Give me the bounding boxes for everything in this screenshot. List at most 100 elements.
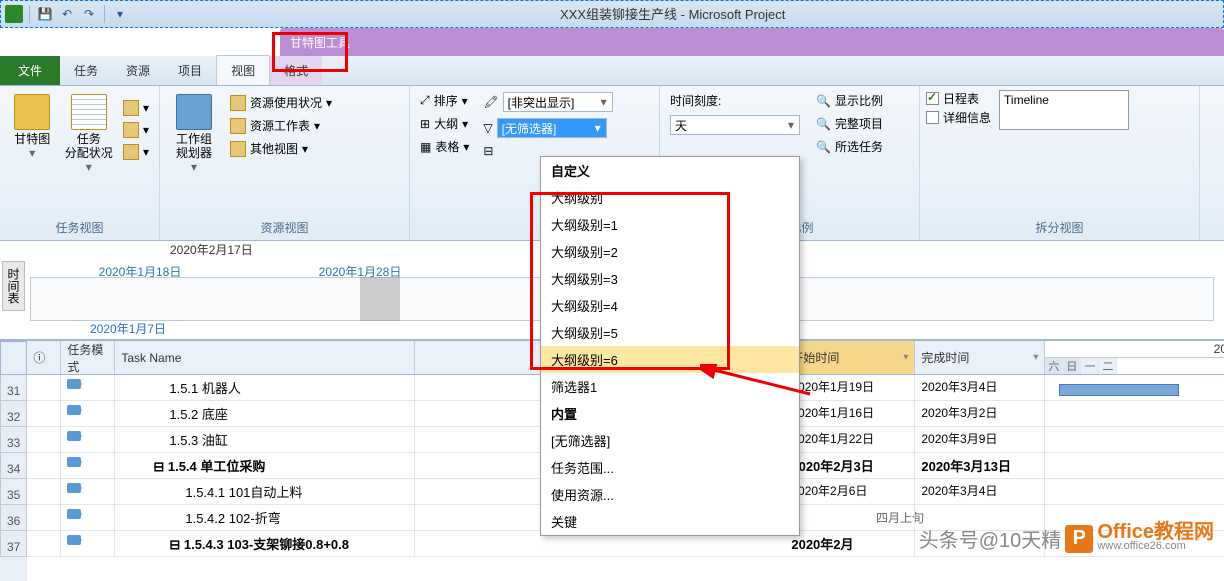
resource-sheet-item[interactable]: 资源工作表 ▾ bbox=[226, 115, 336, 136]
app-icon bbox=[5, 5, 23, 23]
gantt-cell bbox=[1045, 375, 1224, 400]
task-usage-button[interactable]: 任务 分配状况▾ bbox=[62, 90, 114, 178]
team-planner-button[interactable]: 工作组 规划器▾ bbox=[166, 90, 222, 178]
gantt-bar[interactable] bbox=[1059, 384, 1179, 396]
row-number[interactable]: 34 bbox=[0, 453, 27, 479]
start-cell[interactable]: 2020年1月19日 bbox=[785, 375, 915, 400]
sort-item[interactable]: ⤢ 排序 ▾ bbox=[416, 90, 473, 111]
mode-column-header[interactable]: 任务模式 bbox=[61, 341, 115, 374]
task-name-cell[interactable]: 1.5.2 底座 bbox=[115, 401, 415, 426]
row-number[interactable]: 37 bbox=[0, 531, 27, 557]
other-views-item[interactable]: 其他视图 ▾ bbox=[226, 138, 336, 159]
info-cell bbox=[27, 375, 61, 400]
selected-tasks-item[interactable]: 🔍 所选任务 bbox=[812, 136, 887, 157]
dropdown-builtin-header: 内置 bbox=[541, 400, 799, 427]
dropdown-item-outline[interactable]: 大纲级别 bbox=[541, 184, 799, 211]
finish-cell[interactable]: 2020年3月13日 bbox=[915, 453, 1045, 478]
tab-format[interactable]: 格式 bbox=[270, 56, 322, 85]
mode-cell bbox=[61, 505, 115, 530]
info-column-header[interactable]: ⓘ bbox=[27, 341, 61, 374]
dropdown-item-l2[interactable]: 大纲级别=2 bbox=[541, 238, 799, 265]
undo-icon[interactable]: ↶ bbox=[58, 5, 76, 23]
dropdown-item-filter1[interactable]: 筛选器1 bbox=[541, 373, 799, 400]
small-view-1[interactable]: ▾ bbox=[119, 98, 153, 118]
dropdown-item-taskrange[interactable]: 任务范围... bbox=[541, 454, 799, 481]
tab-task[interactable]: 任务 bbox=[60, 56, 112, 85]
dropdown-item-nofilter[interactable]: [无筛选器] bbox=[541, 427, 799, 454]
dropdown-item-l5[interactable]: 大纲级别=5 bbox=[541, 319, 799, 346]
tab-view[interactable]: 视图 bbox=[216, 55, 270, 85]
group-label-taskview: 任务视图 bbox=[6, 217, 153, 238]
highlight-combo[interactable]: 🖍 [非突出显示]▾ bbox=[479, 90, 616, 114]
start-cell[interactable]: 2020年2月6日 bbox=[785, 479, 915, 504]
task-name-cell[interactable]: 1.5.3 油缸 bbox=[115, 427, 415, 452]
task-name-cell[interactable]: 1.5.4.1 101自动上料 bbox=[115, 479, 415, 504]
filter-combo[interactable]: ▽ [无筛选器]▾ bbox=[479, 116, 616, 140]
redo-icon[interactable]: ↷ bbox=[80, 5, 98, 23]
group-label-split: 拆分视图 bbox=[926, 217, 1193, 238]
start-cell[interactable]: 2020年2月 bbox=[785, 531, 915, 556]
gantt-day-header: 六 bbox=[1045, 358, 1063, 374]
timeline-bottom-date: 2020年1月7日 bbox=[90, 320, 166, 337]
tab-file[interactable]: 文件 bbox=[0, 56, 60, 85]
timeline-side-label: 时间表 bbox=[2, 261, 25, 311]
start-cell[interactable] bbox=[785, 505, 915, 530]
ribbon-tabs: 文件 任务 资源 项目 视图 格式 bbox=[0, 56, 1224, 86]
info-cell bbox=[27, 505, 61, 530]
start-cell[interactable]: 2020年2月3日 bbox=[785, 453, 915, 478]
mode-cell bbox=[61, 479, 115, 504]
dropdown-item-critical[interactable]: 关键 bbox=[541, 508, 799, 535]
gantt-chart-button[interactable]: 甘特图▾ bbox=[6, 90, 58, 178]
task-name-cell[interactable]: ⊟ 1.5.4.3 103-支架铆接0.8+0.8 bbox=[115, 531, 415, 556]
finish-column-header[interactable]: 完成时间▾ bbox=[915, 341, 1045, 374]
gantt-day-header: 二 bbox=[1099, 358, 1117, 374]
row-number[interactable]: 33 bbox=[0, 427, 27, 453]
small-view-2[interactable]: ▾ bbox=[119, 120, 153, 140]
timescale-combo[interactable]: 天▾ bbox=[666, 113, 804, 137]
context-tab: 甘特图工具 bbox=[280, 28, 1224, 56]
qat-customize-icon[interactable]: ▾ bbox=[111, 5, 129, 23]
finish-cell[interactable]: 2020年3月4日 bbox=[915, 375, 1045, 400]
tables-item[interactable]: ▦ 表格 ▾ bbox=[416, 136, 473, 157]
mode-cell bbox=[61, 531, 115, 556]
name-column-header[interactable]: Task Name bbox=[115, 341, 415, 374]
dropdown-item-l4[interactable]: 大纲级别=4 bbox=[541, 292, 799, 319]
timeline-combo-box[interactable]: Timeline bbox=[999, 90, 1129, 130]
resource-usage-item[interactable]: 资源使用状况 ▾ bbox=[226, 92, 336, 113]
row-number[interactable]: 32 bbox=[0, 401, 27, 427]
save-icon[interactable]: 💾 bbox=[36, 5, 54, 23]
dropdown-item-l3[interactable]: 大纲级别=3 bbox=[541, 265, 799, 292]
task-name-cell[interactable]: 1.5.1 机器人 bbox=[115, 375, 415, 400]
finish-cell[interactable]: 2020年3月4日 bbox=[915, 479, 1045, 504]
task-name-cell[interactable]: 1.5.4.2 102-折弯 bbox=[115, 505, 415, 530]
row-number[interactable]: 36 bbox=[0, 505, 27, 531]
dropdown-item-l1[interactable]: 大纲级别=1 bbox=[541, 211, 799, 238]
watermark-logo-icon: P bbox=[1065, 525, 1093, 553]
info-cell bbox=[27, 427, 61, 452]
small-view-3[interactable]: ▾ bbox=[119, 142, 153, 162]
mode-cell bbox=[61, 375, 115, 400]
tab-project[interactable]: 项目 bbox=[164, 56, 216, 85]
row-number[interactable]: 31 bbox=[0, 375, 27, 401]
finish-cell[interactable]: 2020年3月2日 bbox=[915, 401, 1045, 426]
gantt-cell bbox=[1045, 427, 1224, 452]
details-checkbox[interactable]: 详细信息 bbox=[926, 109, 991, 126]
zoom-item[interactable]: 🔍 显示比例 bbox=[812, 90, 887, 111]
finish-cell[interactable]: 2020年3月9日 bbox=[915, 427, 1045, 452]
start-cell[interactable]: 2020年1月22日 bbox=[785, 427, 915, 452]
task-name-cell[interactable]: ⊟ 1.5.4 单工位采购 bbox=[115, 453, 415, 478]
row-number-column: 31323334353637 bbox=[0, 341, 27, 581]
dropdown-item-resource[interactable]: 使用资源... bbox=[541, 481, 799, 508]
outline-item[interactable]: ⊞ 大纲 ▾ bbox=[416, 113, 473, 134]
timeline-checkbox[interactable]: 日程表 bbox=[926, 90, 991, 107]
dropdown-item-l6[interactable]: 大纲级别=6 bbox=[541, 346, 799, 373]
row-number[interactable]: 35 bbox=[0, 479, 27, 505]
whole-project-item[interactable]: 🔍 完整项目 bbox=[812, 113, 887, 134]
tab-resource[interactable]: 资源 bbox=[112, 56, 164, 85]
gantt-column-header: 2020 六日一二 bbox=[1045, 341, 1224, 374]
start-column-header[interactable]: 开始时间▾ bbox=[785, 341, 915, 374]
start-cell[interactable]: 2020年1月16日 bbox=[785, 401, 915, 426]
gantt-day-header: 一 bbox=[1081, 358, 1099, 374]
gantt-cell bbox=[1045, 453, 1224, 478]
watermark: 头条号@10天精 P Office教程网 www.office26.com bbox=[919, 524, 1214, 553]
